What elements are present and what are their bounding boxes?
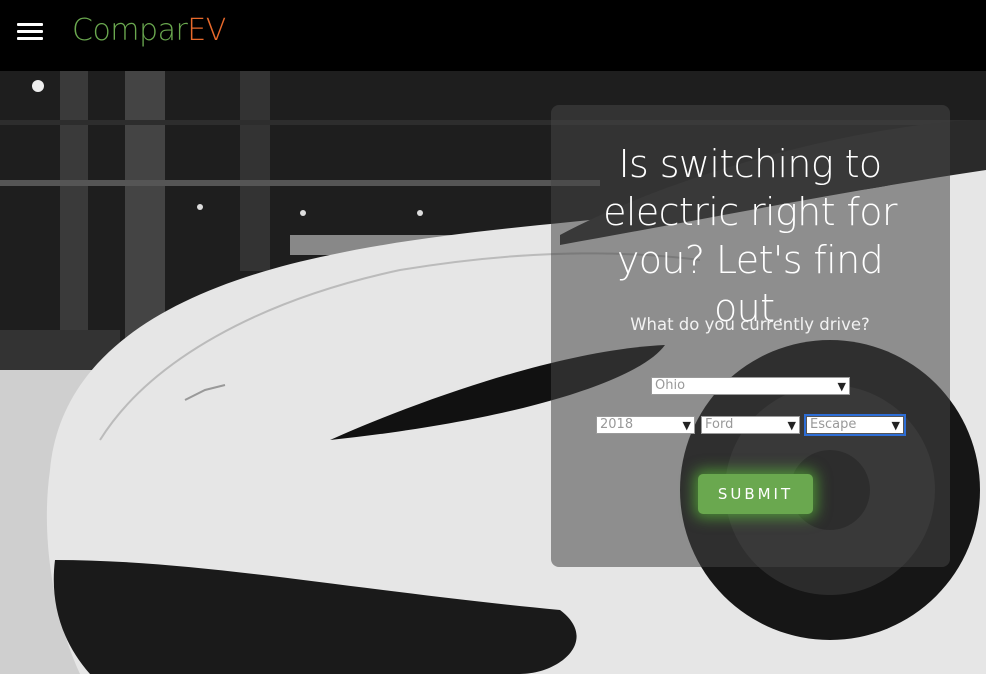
hamburger-menu-icon[interactable] (17, 23, 43, 41)
chevron-down-icon: ▼ (891, 419, 900, 432)
year-select[interactable]: 2018 ▼ (596, 416, 695, 434)
brand-name-part1: Compar (72, 13, 188, 48)
hero-headline: Is switching to electric right for you? … (603, 142, 897, 330)
chevron-down-icon: ▼ (787, 419, 796, 432)
top-navigation-bar: ComparEV (0, 0, 986, 71)
chevron-down-icon: ▼ (682, 419, 691, 432)
chevron-down-icon: ▼ (837, 380, 846, 393)
brand-name-part2: EV (187, 13, 226, 48)
state-select-value: Ohio (655, 378, 686, 393)
make-select[interactable]: Ford ▼ (701, 416, 800, 434)
year-select-value: 2018 (600, 417, 634, 432)
submit-button[interactable]: SUBMIT (698, 474, 813, 514)
current-vehicle-question: What do you currently drive? (630, 315, 870, 334)
state-select[interactable]: Ohio ▼ (651, 377, 850, 395)
model-select[interactable]: Escape ▼ (804, 414, 906, 436)
make-select-value: Ford (705, 417, 734, 432)
model-select-value: Escape (810, 417, 857, 432)
brand-logo[interactable]: ComparEV (72, 13, 226, 49)
